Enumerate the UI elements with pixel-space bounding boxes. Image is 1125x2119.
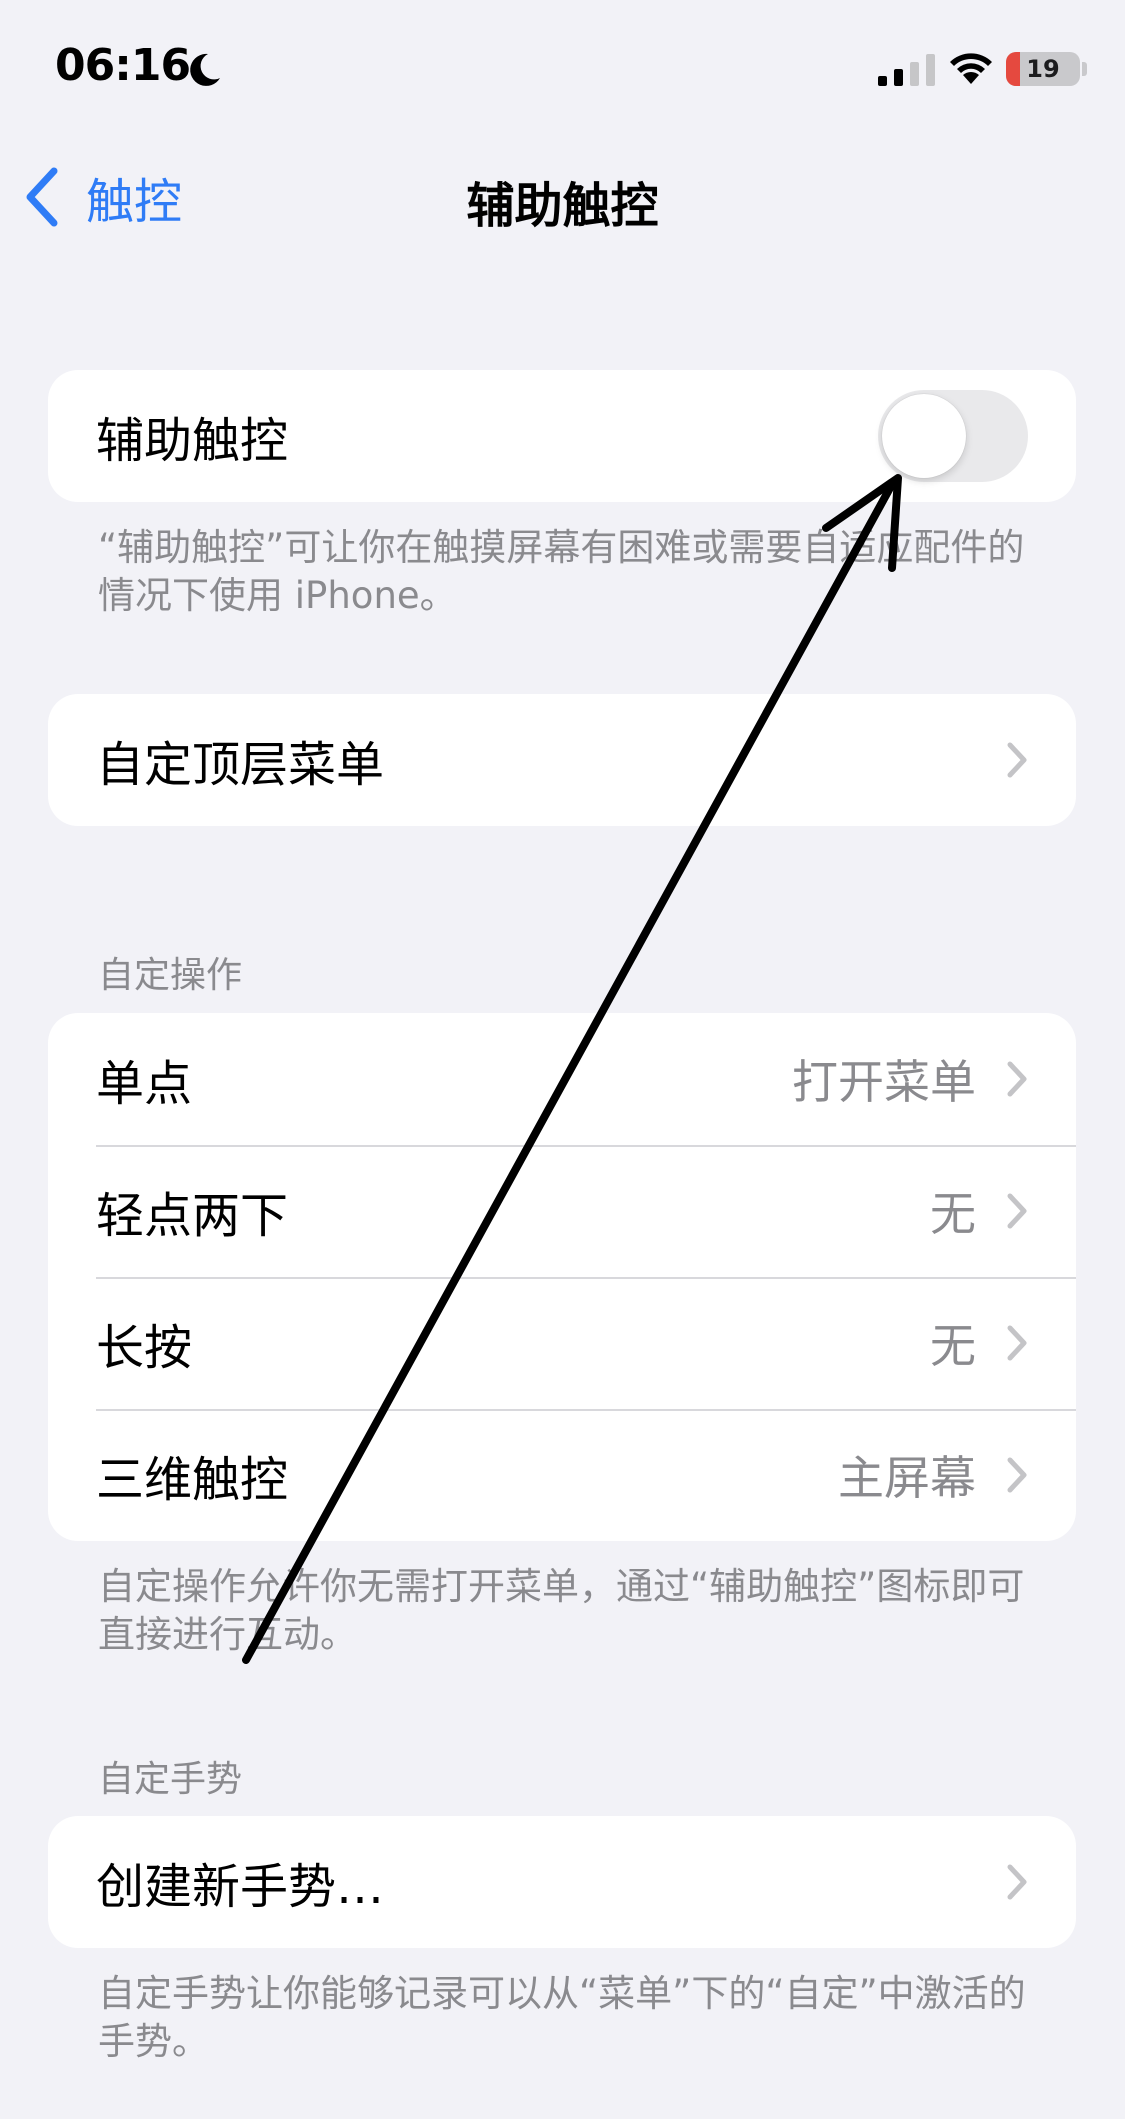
- chevron-right-icon: [1007, 1864, 1027, 1900]
- custom-actions-group: 单点 打开菜单 轻点两下 无 长按 无 三维触控 主屏幕: [48, 1013, 1076, 1541]
- action-value: 打开菜单: [792, 1055, 976, 1109]
- cellular-signal-icon: [878, 54, 935, 86]
- action-label: 单点: [96, 1056, 193, 1112]
- customize-top-level-menu-label: 自定顶层菜单: [96, 737, 385, 793]
- assistive-touch-group: 辅助触控: [48, 370, 1076, 502]
- chevron-right-icon: [1007, 1061, 1027, 1097]
- battery-icon: 19: [1006, 52, 1080, 86]
- create-new-gesture-label: 创建新手势…: [96, 1859, 385, 1915]
- create-new-gesture-row[interactable]: 创建新手势…: [48, 1816, 1076, 1948]
- status-bar: 06:16 19: [0, 0, 1125, 140]
- action-label: 轻点两下: [96, 1188, 289, 1244]
- custom-gestures-group: 创建新手势…: [48, 1816, 1076, 1948]
- chevron-right-icon: [1007, 1193, 1027, 1229]
- custom-actions-footer: 自定操作允许你无需打开菜单，通过“辅助触控”图标即可直接进行互动。: [98, 1565, 1025, 1656]
- chevron-right-icon: [1007, 1325, 1027, 1361]
- customize-top-level-menu-row[interactable]: 自定顶层菜单: [48, 694, 1076, 826]
- moon-icon: [190, 53, 220, 86]
- action-row-double-tap[interactable]: 轻点两下 无: [48, 1145, 1076, 1277]
- customize-menu-group: 自定顶层菜单: [48, 694, 1076, 826]
- assistive-touch-toggle[interactable]: [878, 390, 1028, 482]
- status-time: 06:16: [55, 40, 191, 91]
- custom-actions-header: 自定操作: [98, 955, 243, 996]
- battery-cap: [1082, 62, 1087, 76]
- wifi-icon: [950, 53, 992, 84]
- toggle-knob: [882, 394, 966, 478]
- action-row-long-press[interactable]: 长按 无: [48, 1277, 1076, 1409]
- assistive-touch-footer: “辅助触控”可让你在触摸屏幕有困难或需要自适应配件的情况下使用 iPhone。: [98, 526, 1025, 617]
- custom-gestures-footer: 自定手势让你能够记录可以从“菜单”下的“自定”中激活的手势。: [98, 1972, 1026, 2063]
- action-label: 三维触控: [96, 1452, 289, 1508]
- chevron-right-icon: [1007, 1457, 1027, 1493]
- action-label: 长按: [96, 1320, 193, 1376]
- action-row-single-tap[interactable]: 单点 打开菜单: [48, 1013, 1076, 1145]
- action-value: 无: [930, 1319, 976, 1373]
- chevron-right-icon: [1007, 742, 1027, 778]
- custom-gestures-header: 自定手势: [98, 1759, 243, 1800]
- page-title: 辅助触控: [466, 178, 659, 234]
- action-value: 主屏幕: [838, 1451, 976, 1505]
- assistive-touch-row: 辅助触控: [48, 370, 1076, 502]
- action-row-3d-touch[interactable]: 三维触控 主屏幕: [48, 1409, 1076, 1541]
- battery-level-text: 19: [1026, 55, 1060, 83]
- action-value: 无: [930, 1187, 976, 1241]
